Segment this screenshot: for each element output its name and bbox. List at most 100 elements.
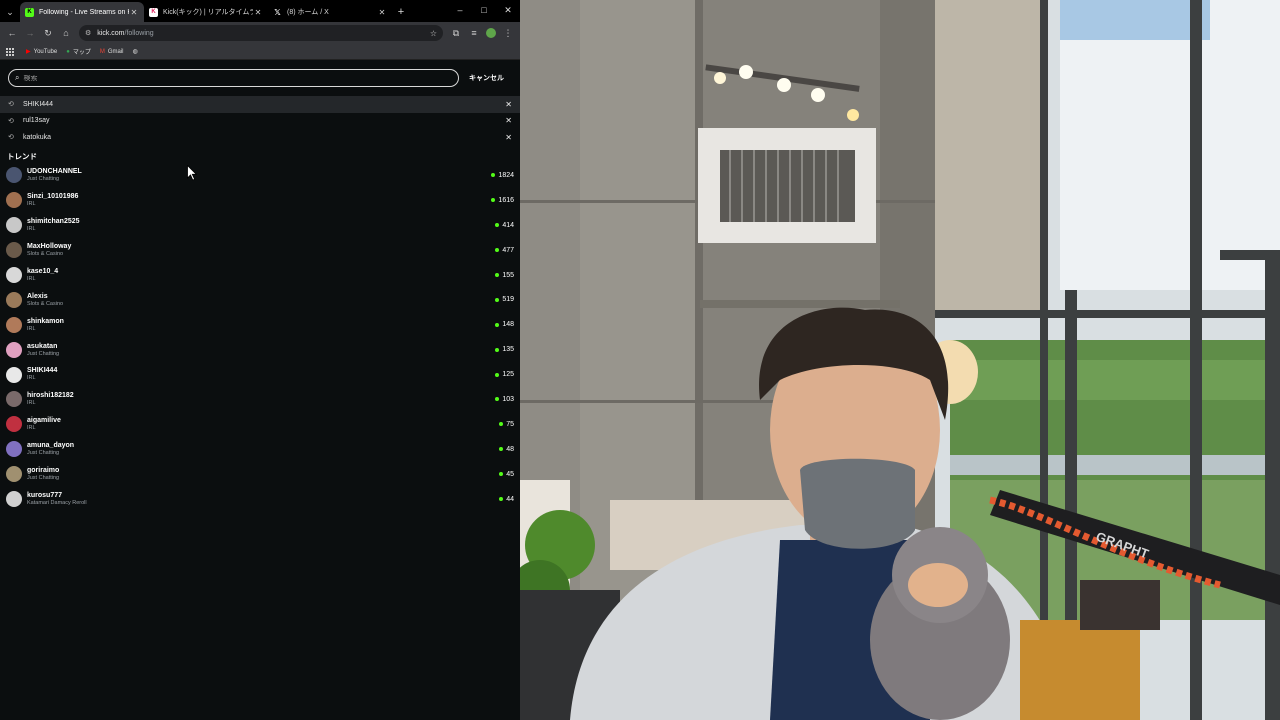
trend-item[interactable]: aigamilive IRL 75 bbox=[0, 412, 520, 437]
remove-icon[interactable]: ✕ bbox=[505, 133, 512, 142]
bookmark-gmail[interactable]: M Gmail bbox=[100, 49, 124, 55]
trend-item[interactable]: kurosu777 Katamari Damacy Reroll 44 bbox=[0, 487, 520, 512]
streamer-name: kase10_4 bbox=[27, 267, 59, 275]
viewer-count: 44 bbox=[499, 496, 514, 503]
trend-item[interactable]: asukatan Just Chatting 135 bbox=[0, 337, 520, 362]
bookmark-youtube[interactable]: ▶ YouTube bbox=[26, 48, 58, 56]
apps-grid-icon[interactable] bbox=[6, 47, 14, 56]
tab-close-icon[interactable]: ✕ bbox=[129, 8, 139, 17]
minimize-button[interactable]: – bbox=[448, 0, 472, 20]
dark-box bbox=[1080, 580, 1160, 630]
forward-arrow-icon[interactable]: → bbox=[21, 24, 39, 42]
live-dot-icon bbox=[491, 198, 496, 203]
viewer-count: 125 bbox=[495, 371, 514, 378]
live-dot-icon bbox=[495, 297, 500, 302]
tab-x-home[interactable]: 𝕏 (8) ホーム / X ✕ bbox=[268, 2, 392, 22]
blue-sky bbox=[1060, 0, 1210, 40]
avatar bbox=[6, 217, 22, 234]
tab-ranking[interactable]: K Kick(キック) | リアルタイムランキング ✕ bbox=[144, 2, 268, 22]
trend-item[interactable]: amuna_dayon Just Chatting 48 bbox=[0, 437, 520, 462]
search-input[interactable] bbox=[23, 74, 452, 82]
viewer-count: 1824 bbox=[491, 172, 514, 179]
avatar bbox=[6, 416, 22, 433]
avatar bbox=[6, 291, 22, 308]
media-controls-icon[interactable]: ≡ bbox=[465, 24, 483, 42]
url-path: /following bbox=[124, 29, 154, 37]
streamer-name: hiroshi182182 bbox=[27, 392, 74, 400]
back-arrow-icon[interactable]: ← bbox=[3, 24, 21, 42]
live-dot-icon bbox=[499, 497, 504, 502]
bookmark-star-icon[interactable]: ☆ bbox=[430, 29, 437, 38]
trend-info: Alexis Slots & Casino bbox=[27, 293, 63, 307]
boxes bbox=[1020, 620, 1140, 720]
ranking-favicon-icon: K bbox=[149, 7, 158, 17]
trend-item[interactable]: Alexis Slots & Casino 519 bbox=[0, 287, 520, 312]
recent-search-query: SHIKI444 bbox=[23, 100, 53, 108]
roller-blind bbox=[935, 0, 1040, 310]
trend-item[interactable]: Sinzi_10101986 IRL 1616 bbox=[0, 188, 520, 213]
history-icon: ⟲ bbox=[8, 117, 14, 125]
tab-close-icon[interactable]: ✕ bbox=[253, 8, 263, 17]
bookmark-label: YouTube bbox=[33, 48, 58, 55]
live-dot-icon bbox=[495, 223, 500, 228]
remove-icon[interactable]: ✕ bbox=[505, 116, 512, 125]
bookmark-globe[interactable]: ◍ bbox=[133, 48, 141, 55]
spotlight bbox=[777, 78, 791, 92]
streamer-name: kurosu777 bbox=[27, 491, 63, 499]
webcam-feed: GRAPHT bbox=[520, 0, 1280, 720]
new-tab-button[interactable]: + bbox=[392, 2, 410, 22]
x-favicon-icon: 𝕏 bbox=[274, 7, 281, 17]
avatar bbox=[6, 316, 22, 333]
avatar bbox=[6, 366, 22, 383]
streamer-name: shinkamon bbox=[27, 317, 64, 325]
search-icon: ⌕ bbox=[15, 73, 20, 82]
viewer-count-value: 45 bbox=[506, 470, 514, 478]
spotlight bbox=[811, 88, 825, 102]
search-box[interactable]: ⌕ bbox=[8, 69, 459, 87]
stream-category: IRL bbox=[27, 226, 36, 233]
streamer-name: amuna_dayon bbox=[27, 442, 75, 450]
cancel-button[interactable]: キャンセル bbox=[469, 73, 504, 83]
webcam-scene: GRAPHT bbox=[520, 0, 1280, 720]
stream-category: IRL bbox=[27, 425, 36, 432]
trend-item[interactable]: SHIKI444 IRL 125 bbox=[0, 362, 520, 387]
stream-category: Slots & Casino bbox=[27, 300, 64, 307]
tab-following[interactable]: K Following - Live Streams on Kick ✕ bbox=[20, 2, 144, 22]
avatar bbox=[6, 391, 22, 408]
search-row: ⌕ キャンセル bbox=[8, 69, 512, 87]
sky bbox=[1060, 0, 1280, 290]
extensions-icon[interactable]: ⧉ bbox=[447, 24, 465, 42]
viewer-count: 75 bbox=[499, 421, 514, 428]
trend-item[interactable]: kase10_4 IRL 155 bbox=[0, 263, 520, 288]
profile-avatar[interactable] bbox=[486, 28, 496, 38]
trend-info: SHIKI444 IRL bbox=[27, 367, 57, 381]
trend-item[interactable]: shimitchan2525 IRL 414 bbox=[0, 213, 520, 238]
trend-item[interactable]: hiroshi182182 IRL 103 bbox=[0, 387, 520, 412]
address-bar[interactable]: ⚙ kick.com/following ☆ bbox=[79, 25, 443, 41]
menu-kebab-icon[interactable]: ⋮ bbox=[499, 24, 517, 42]
viewer-count-value: 135 bbox=[502, 346, 514, 354]
trend-info: UDONCHANNEL Just Chatting bbox=[27, 168, 82, 182]
maximize-button[interactable]: □ bbox=[472, 0, 496, 20]
recent-search-item[interactable]: ⟲ katokuka ✕ bbox=[0, 129, 520, 146]
tab-close-icon[interactable]: ✕ bbox=[377, 8, 387, 17]
avatar bbox=[6, 242, 22, 259]
trend-item[interactable]: goriraimo Just Chatting 45 bbox=[0, 462, 520, 487]
trend-item[interactable]: shinkamon IRL 148 bbox=[0, 312, 520, 337]
stream-category: Slots & Casino bbox=[27, 250, 64, 257]
spotlight bbox=[714, 72, 726, 84]
trend-item[interactable]: MaxHolloway Slots & Casino 477 bbox=[0, 238, 520, 263]
close-window-button[interactable]: ✕ bbox=[496, 0, 520, 20]
browser-window: ⌄ K Following - Live Streams on Kick ✕ K… bbox=[0, 0, 520, 720]
remove-icon[interactable]: ✕ bbox=[505, 100, 512, 109]
wall-ledge bbox=[700, 300, 900, 308]
recent-search-item[interactable]: ⟲ SHIKI444 ✕ bbox=[0, 96, 520, 113]
bookmark-maps[interactable]: ● マップ bbox=[66, 47, 91, 57]
reload-icon[interactable]: ↻ bbox=[39, 24, 57, 42]
home-icon[interactable]: ⌂ bbox=[57, 24, 75, 42]
recent-search-item[interactable]: ⟲ rul13say ✕ bbox=[0, 113, 520, 130]
site-info-icon[interactable]: ⚙ bbox=[85, 29, 91, 37]
tab-search-icon[interactable]: ⌄ bbox=[0, 2, 20, 22]
trend-item[interactable]: UDONCHANNEL Just Chatting 1824 bbox=[0, 163, 520, 188]
viewer-count-value: 44 bbox=[506, 495, 514, 503]
